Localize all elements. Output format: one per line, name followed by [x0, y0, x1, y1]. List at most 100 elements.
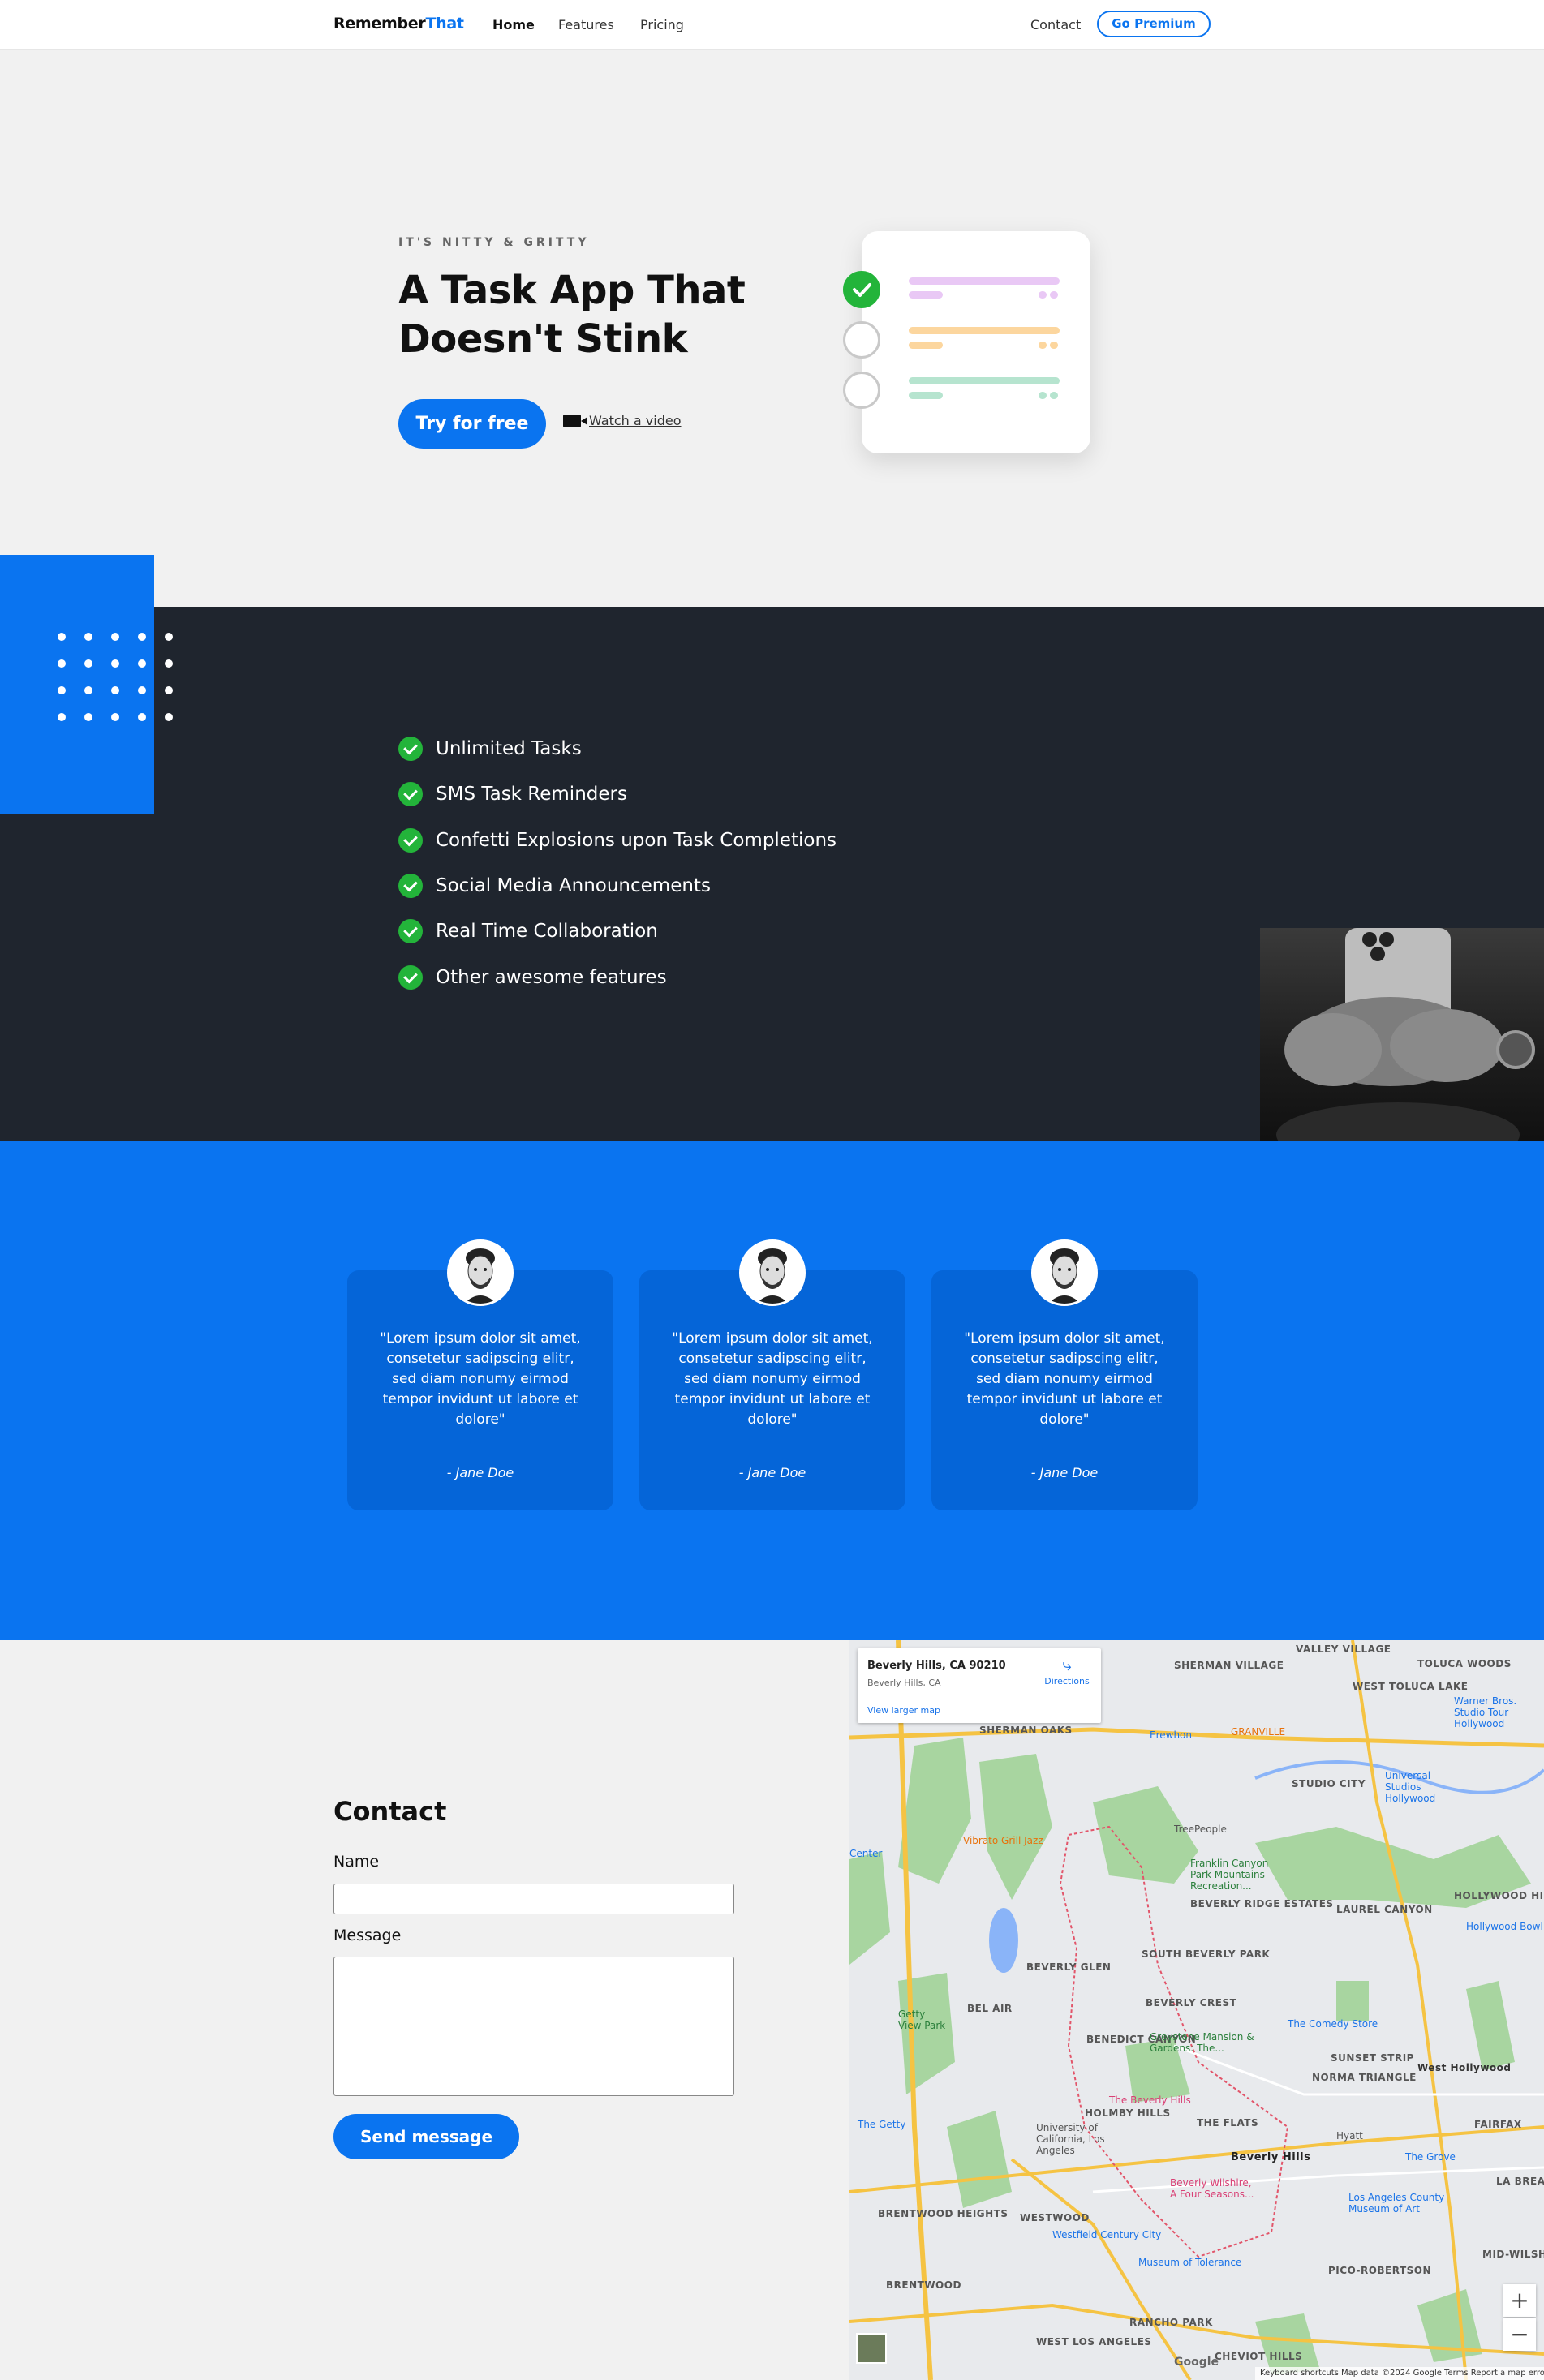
feature-item: Confetti Explosions upon Task Completion…: [398, 828, 837, 853]
top-nav: RememberThat Home Features Pricing Conta…: [0, 0, 1544, 50]
name-label: Name: [333, 1853, 380, 1871]
task-dot: [1039, 342, 1047, 349]
view-larger-map-link[interactable]: View larger map: [867, 1705, 940, 1716]
map-poi[interactable]: University of California, Los Angeles: [1036, 2122, 1109, 2156]
map-poi[interactable]: Universal Studios Hollywood: [1385, 1770, 1466, 1804]
directions-icon: ⤷: [1062, 1655, 1072, 1674]
map-satellite-toggle[interactable]: [856, 2333, 887, 2364]
map-area-label: BEL AIR: [967, 2003, 1013, 2014]
feature-item: Real Time Collaboration: [398, 919, 658, 943]
feature-item: SMS Task Reminders: [398, 782, 627, 806]
map-poi[interactable]: The Grove: [1405, 2151, 1456, 2163]
map-poi[interactable]: Westfield Century City: [1052, 2229, 1161, 2240]
map-area-label: VALLEY VILLAGE: [1296, 1643, 1391, 1655]
map-footer[interactable]: Keyboard shortcuts Map data ©2024 Google…: [1255, 2367, 1544, 2380]
go-premium-button[interactable]: Go Premium: [1097, 11, 1211, 37]
task-bar-short: [909, 392, 943, 399]
map-poi[interactable]: Erewhon: [1150, 1729, 1192, 1741]
task-bar: [909, 277, 1060, 285]
map-area-label: RANCHO PARK: [1129, 2317, 1213, 2328]
task-illustration-card: [862, 231, 1090, 453]
logo[interactable]: RememberThat: [333, 15, 464, 32]
map-poi[interactable]: Greystone Mansion & Gardens: The...: [1150, 2031, 1263, 2054]
map-area-label: BEVERLY CREST: [1146, 1997, 1237, 2008]
map-place-sub: Beverly Hills, CA: [867, 1678, 941, 1688]
avatar: [739, 1239, 806, 1306]
map-area-label: SOUTH BEVERLY PARK: [1142, 1948, 1271, 1960]
message-textarea[interactable]: [333, 1957, 734, 2096]
testimonial-card: "Lorem ipsum dolor sit amet, consetetur …: [931, 1270, 1198, 1510]
map-poi[interactable]: Getty View Park: [898, 2008, 947, 2031]
map-poi[interactable]: Beverly Wilshire, A Four Seasons...: [1170, 2177, 1259, 2200]
map-poi[interactable]: The Getty: [858, 2119, 905, 2130]
zoom-out-button[interactable]: −: [1503, 2318, 1536, 2351]
try-for-free-button[interactable]: Try for free: [398, 399, 546, 449]
zoom-in-button[interactable]: +: [1503, 2284, 1536, 2317]
map-area-label: Beverly Hills: [1231, 2151, 1311, 2163]
nav-link-pricing[interactable]: Pricing: [640, 17, 684, 32]
testimonial-author: - Jane Doe: [1030, 1465, 1099, 1480]
testimonial-quote: "Lorem ipsum dolor sit amet, consetetur …: [672, 1330, 873, 1428]
map-area-label: WESTWOOD: [1020, 2212, 1090, 2223]
map-area-label: BEVERLY GLEN: [1026, 1961, 1112, 1973]
map-area-label: NORMA TRIANGLE: [1312, 2072, 1417, 2083]
map-info-card: Beverly Hills, CA 90210 Beverly Hills, C…: [858, 1648, 1101, 1723]
testimonial-quote: "Lorem ipsum dolor sit amet, consetetur …: [964, 1330, 1165, 1428]
testimonial-author: - Jane Doe: [446, 1465, 514, 1480]
task-dot: [1050, 342, 1058, 349]
map-poi[interactable]: TreePeople: [1174, 1824, 1227, 1835]
name-input[interactable]: [333, 1884, 734, 1914]
send-message-button[interactable]: Send message: [333, 2114, 519, 2159]
map-poi[interactable]: Warner Bros. Studio Tour Hollywood: [1454, 1695, 1543, 1729]
map-area-label: West Hollywood: [1417, 2062, 1512, 2073]
map-area-label: BRENTWOOD: [886, 2279, 961, 2291]
watch-video-link[interactable]: Watch a video: [563, 412, 682, 428]
directions-button[interactable]: ⤷ Directions: [1043, 1656, 1091, 1686]
map-area-label: LAUREL CANYON: [1336, 1904, 1433, 1915]
hero-eyebrow: IT'S NITTY & GRITTY: [398, 236, 590, 249]
nav-link-home[interactable]: Home: [492, 17, 535, 32]
task-dot: [1050, 392, 1058, 399]
map-poi[interactable]: GRANVILLE: [1231, 1726, 1285, 1738]
empty-circle-icon: [843, 321, 880, 359]
map-area-label: FAIRFAX: [1474, 2119, 1522, 2130]
map-poi[interactable]: Museum of Tolerance: [1138, 2257, 1241, 2268]
phone-hands-photo: [1260, 928, 1544, 1167]
map-poi[interactable]: Los Angeles County Museum of Art: [1348, 2192, 1454, 2215]
map-area-label: SUNSET STRIP: [1331, 2052, 1414, 2064]
map-area-label: SHERMAN OAKS: [979, 1725, 1073, 1736]
feature-item: Unlimited Tasks: [398, 737, 582, 761]
check-icon: [398, 919, 423, 943]
hero-title: A Task App That Doesn't Stink: [398, 268, 746, 362]
task-dot: [1039, 392, 1047, 399]
map-area-label: MID-WILSH: [1482, 2249, 1544, 2260]
map-place-title: Beverly Hills, CA 90210: [867, 1660, 1006, 1672]
check-icon: [398, 737, 423, 761]
map-poi[interactable]: The Beverly Hills: [1109, 2094, 1191, 2106]
nav-link-contact[interactable]: Contact: [1030, 17, 1081, 32]
map-area-label: LA BREA: [1496, 2176, 1544, 2187]
testimonial-card: "Lorem ipsum dolor sit amet, consetetur …: [347, 1270, 613, 1510]
map-poi[interactable]: Hyatt: [1336, 2130, 1363, 2142]
map-poi[interactable]: Franklin Canyon Park Mountains Recreatio…: [1190, 1858, 1271, 1892]
map-area-label: CHEVIOT HILLS: [1215, 2351, 1303, 2362]
map-poi[interactable]: Vibrato Grill Jazz: [963, 1835, 1043, 1846]
map-poi[interactable]: The Comedy Store: [1288, 2018, 1378, 2030]
task-bar-short: [909, 342, 943, 349]
decorative-dot: [165, 686, 173, 694]
contact-title: Contact: [333, 1796, 447, 1827]
task-dot: [1039, 291, 1047, 299]
map-poi[interactable]: Hollywood Bowl: [1466, 1921, 1543, 1932]
nav-link-features[interactable]: Features: [558, 17, 614, 32]
check-icon: [398, 874, 423, 898]
check-icon: [398, 782, 423, 806]
map-area-label: THE FLATS: [1197, 2117, 1259, 2129]
message-label: Message: [333, 1927, 402, 1944]
map-embed[interactable]: Beverly Hills, CA 90210 Beverly Hills, C…: [849, 1640, 1544, 2380]
map-area-label: PICO-ROBERTSON: [1328, 2265, 1432, 2276]
video-camera-icon: [563, 414, 587, 427]
task-bar: [909, 377, 1060, 384]
map-poi[interactable]: Center: [849, 1848, 882, 1859]
map-area-label: TOLUCA WOODS: [1417, 1658, 1512, 1669]
decorative-dot: [165, 633, 173, 641]
